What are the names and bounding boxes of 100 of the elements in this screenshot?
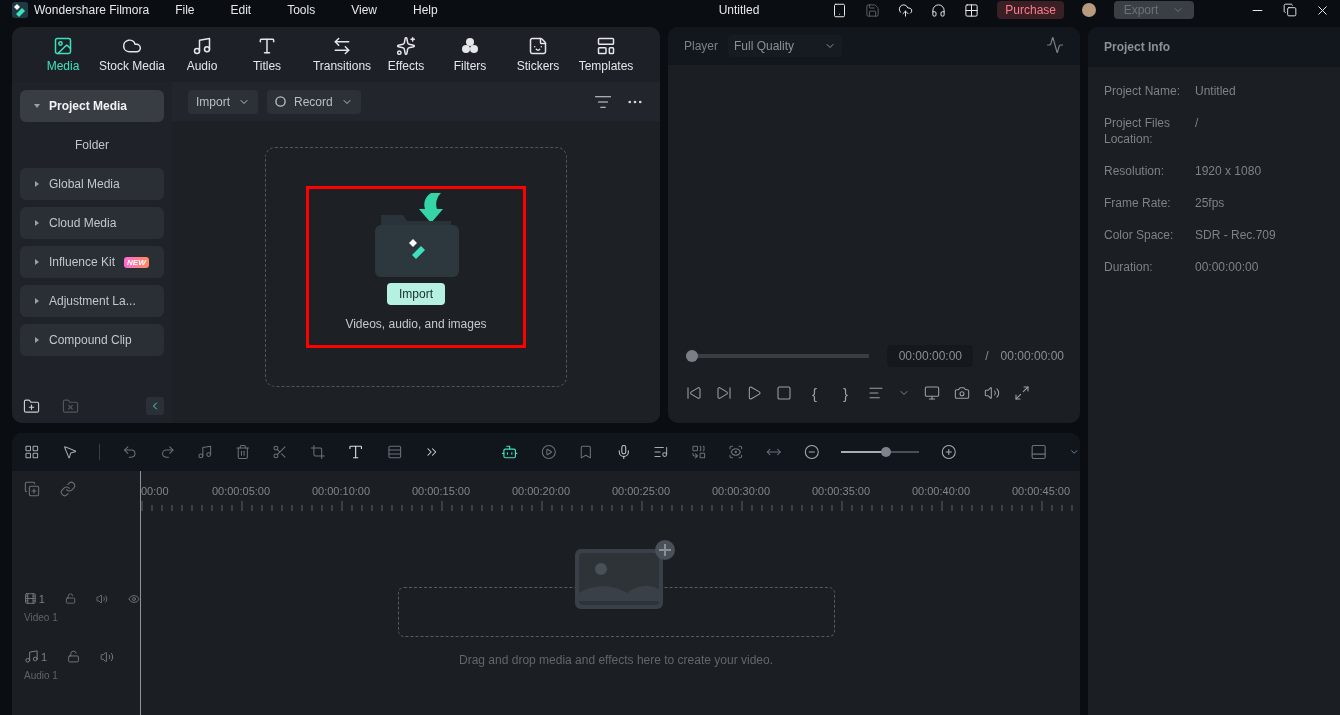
sidebar-item[interactable]: Compound Clip [20, 324, 164, 356]
caret-icon [34, 298, 40, 304]
ruler-time: 00:00:35:00 [810, 485, 872, 497]
scissors-icon[interactable] [272, 443, 288, 461]
cloud-icon[interactable] [898, 2, 914, 18]
fullscreen-icon[interactable] [1014, 385, 1031, 401]
ruler-time: 00:00:25:00 [610, 485, 672, 497]
zoom-in-icon[interactable] [941, 443, 957, 461]
next-frame-icon[interactable] [716, 385, 732, 401]
preview-icon[interactable] [728, 443, 745, 461]
three-circles-icon[interactable] [460, 36, 480, 56]
sticker-icon[interactable] [528, 36, 548, 56]
ruler-time: 00:00:05:00 [210, 485, 272, 497]
grid-icon[interactable] [24, 443, 40, 461]
zoom-out-icon[interactable] [803, 443, 820, 461]
transition-arrows-icon[interactable] [332, 36, 352, 56]
sidebar-item[interactable]: Influence Kit NEW [20, 246, 164, 278]
add-folder-icon[interactable] [23, 397, 40, 415]
import-dropdown[interactable]: Import [188, 89, 258, 114]
document-title: Untitled [718, 3, 760, 17]
add-track-icon[interactable] [24, 481, 40, 497]
link-icon[interactable] [60, 481, 76, 497]
info-value: / [1195, 115, 1200, 132]
ruler-time: 00:00:45:00 [1010, 485, 1072, 497]
marker-icon[interactable] [578, 443, 594, 461]
sidebar-item[interactable]: Project Media [20, 90, 164, 122]
media-tab[interactable]: Stock Media [92, 36, 172, 73]
purchase-button[interactable]: Purchase [997, 1, 1064, 19]
video-track-icon[interactable] [24, 591, 37, 606]
save-icon[interactable] [865, 2, 881, 18]
volume-icon[interactable] [96, 591, 109, 606]
media-tab[interactable]: Media [34, 36, 92, 73]
stop-icon[interactable] [776, 385, 792, 401]
volume-icon[interactable] [984, 385, 1001, 401]
media-tab[interactable]: Filters [430, 36, 510, 73]
caret-icon [34, 259, 40, 265]
track-name: Audio 1 [24, 670, 59, 681]
info-label: Duration: [1104, 259, 1154, 275]
text-icon[interactable] [257, 36, 277, 56]
grid-icon[interactable] [964, 2, 980, 18]
info-label: Project Name: [1104, 83, 1182, 99]
info-label: Resolution: [1104, 163, 1166, 179]
sparkles-icon[interactable] [396, 36, 416, 56]
menu-item[interactable]: Help [413, 3, 438, 17]
quality-dropdown[interactable]: Full Quality [728, 35, 842, 57]
time-separator: / [985, 349, 989, 363]
app-logo [12, 2, 28, 18]
import-button[interactable]: Import [387, 283, 445, 305]
collapse-button[interactable] [146, 397, 164, 415]
caret-icon [34, 181, 40, 187]
info-value: Untitled [1195, 83, 1237, 99]
camera-icon[interactable] [954, 385, 971, 401]
crop-icon[interactable] [309, 443, 326, 461]
mark-in-button[interactable]: { [812, 384, 817, 402]
mark-out-button[interactable]: } [843, 384, 849, 402]
menu-item[interactable]: Edit [230, 3, 252, 17]
menu-item[interactable]: View [351, 3, 377, 17]
template-grid-icon[interactable] [596, 36, 616, 56]
progress-thumb[interactable] [686, 350, 698, 362]
info-value: 00:00:00:00 [1195, 259, 1260, 275]
pointer-icon[interactable] [61, 443, 78, 461]
info-value: 25fps [1195, 195, 1226, 211]
redo-icon[interactable] [159, 443, 176, 461]
previous-frame-icon[interactable] [686, 385, 702, 401]
media-tab[interactable]: Titles [232, 36, 302, 73]
delete-icon[interactable] [234, 443, 251, 461]
media-tab[interactable]: Effects [382, 36, 430, 73]
restore-icon[interactable] [1283, 3, 1297, 17]
media-tab[interactable]: Transitions [302, 36, 382, 73]
audio-icon[interactable] [197, 443, 213, 461]
audio-track-icon[interactable] [24, 649, 39, 664]
monitor-icon[interactable] [924, 385, 941, 401]
undo-icon[interactable] [122, 443, 138, 461]
sidebar-item[interactable]: Cloud Media [20, 207, 164, 239]
track-number: 1 [41, 650, 48, 663]
avatar[interactable] [1082, 3, 1096, 17]
media-tab[interactable]: Audio [172, 36, 232, 73]
sidebar-item[interactable]: Adjustment La... [20, 285, 164, 317]
current-time-field[interactable]: 00:00:00:00 [887, 345, 974, 367]
drop-hint: Drag and drop media and effects here to create your video. [459, 653, 773, 667]
music-note-icon[interactable] [192, 36, 212, 56]
menu-item[interactable]: Tools [287, 3, 316, 17]
info-label: Frame Rate: [1104, 195, 1172, 211]
volume-icon[interactable] [100, 649, 115, 664]
menu-item[interactable]: File [175, 3, 195, 17]
lock-icon[interactable] [67, 650, 81, 663]
headset-icon[interactable] [931, 2, 947, 18]
zoom-thumb[interactable] [880, 447, 891, 457]
media-tab[interactable]: Templates [566, 36, 646, 73]
track-name: Video 1 [24, 612, 59, 623]
media-tab[interactable]: Stickers [510, 36, 566, 73]
media-drop-zone[interactable]: Import Videos, audio, and images [265, 147, 567, 387]
image-icon[interactable] [53, 36, 73, 56]
sidebar-item[interactable]: Folder [20, 129, 164, 161]
play-icon[interactable] [746, 385, 762, 401]
waveform-icon[interactable] [1046, 35, 1064, 54]
lock-icon[interactable] [64, 592, 77, 605]
sidebar-item[interactable]: Global Media [20, 168, 164, 200]
record-dropdown[interactable]: Record [267, 89, 361, 114]
cloud-icon[interactable] [122, 36, 142, 56]
